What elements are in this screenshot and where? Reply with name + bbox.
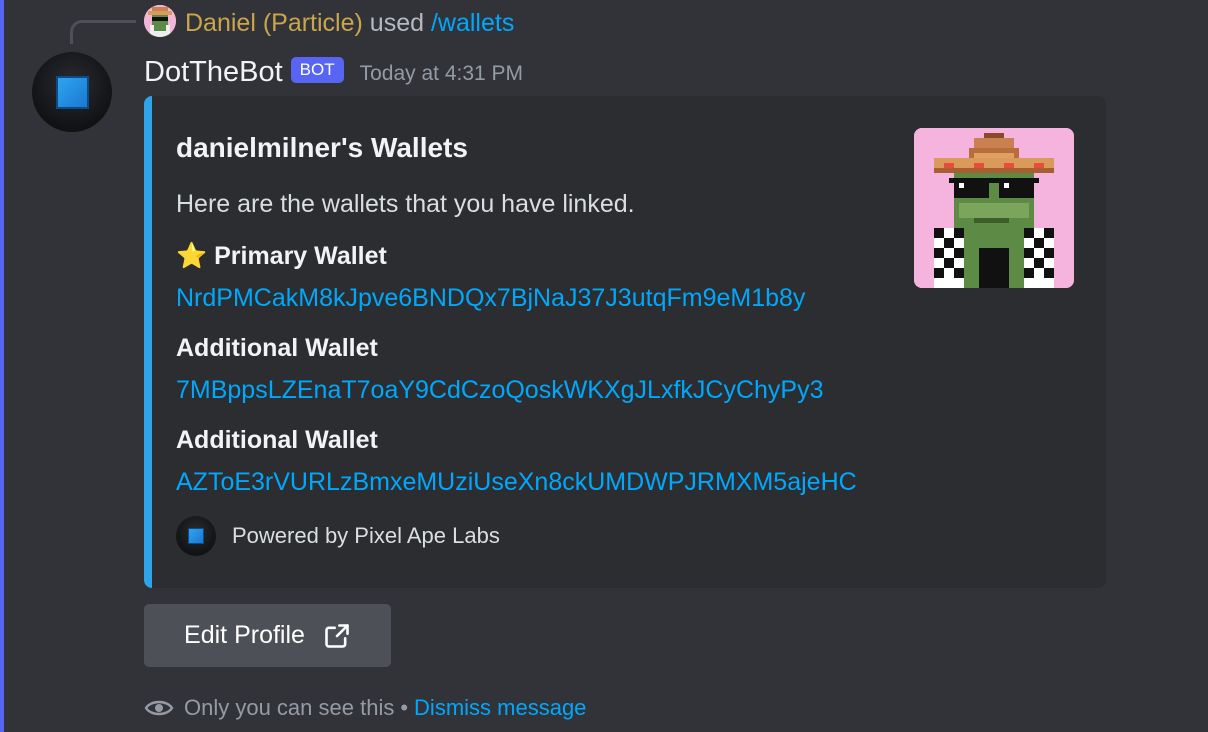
message-highlight-bar [0, 0, 4, 732]
wallets-embed: danielmilner's Wallets Here are the wall… [144, 96, 1106, 588]
footer-logo-icon [176, 516, 216, 556]
field-primary-wallet-name: ⭐ Primary Wallet [176, 242, 387, 271]
pixel-frog-sombrero-image [914, 128, 1074, 288]
bot-avatar[interactable] [32, 52, 112, 132]
message-timestamp[interactable]: Today at 4:31 PM [360, 62, 523, 86]
reply-used-text: used [369, 9, 425, 37]
primary-wallet-address[interactable]: NrdPMCakM8kJpve6BNDQx7BjNaJ37J3utqFm9eM1… [176, 284, 805, 313]
bot-username[interactable]: DotTheBot [144, 56, 283, 89]
notice-separator: • [400, 695, 409, 720]
bot-logo-icon [56, 76, 89, 109]
reply-username[interactable]: Daniel (Particle) [185, 9, 363, 37]
additional-wallet-2-address[interactable]: AZToE3rVURLzBmxeMUziUseXn8ckUMDWPJRMXM5a… [176, 468, 857, 497]
bot-badge: BOT [290, 57, 344, 83]
notice-text: Only you can see this [184, 695, 395, 720]
ephemeral-notice: Only you can see this • Dismiss message [144, 690, 586, 726]
field-name-label: Primary Wallet [214, 242, 387, 270]
star-icon: ⭐ [176, 242, 208, 270]
edit-profile-button[interactable]: Edit Profile [144, 604, 391, 667]
additional-wallet-1-address[interactable]: 7MBppsLZEnaT7oaY9CdCzoQoskWKXgJLxfkJCyCh… [176, 376, 824, 405]
embed-thumbnail[interactable] [914, 128, 1074, 288]
reply-command[interactable]: /wallets [431, 9, 514, 37]
embed-title: danielmilner's Wallets [176, 132, 468, 163]
edit-profile-label: Edit Profile [184, 621, 305, 649]
embed-footer: Powered by Pixel Ape Labs [176, 516, 500, 556]
dismiss-message-link[interactable]: Dismiss message [414, 695, 586, 721]
field-additional-wallet-1-name: Additional Wallet [176, 334, 378, 362]
frog-avatar-icon [144, 5, 176, 37]
reply-connector [70, 20, 136, 44]
external-link-icon [325, 623, 349, 648]
field-additional-wallet-2-name: Additional Wallet [176, 426, 378, 454]
embed-description: Here are the wallets that you have linke… [176, 190, 635, 218]
reply-context: Daniel (Particle) used /wallets [185, 6, 514, 40]
reply-user-avatar[interactable] [144, 5, 176, 37]
footer-text: Powered by Pixel Ape Labs [232, 523, 500, 548]
eye-icon [144, 700, 174, 716]
message-header: DotTheBot BOT Today at 4:31 PM [144, 52, 523, 92]
